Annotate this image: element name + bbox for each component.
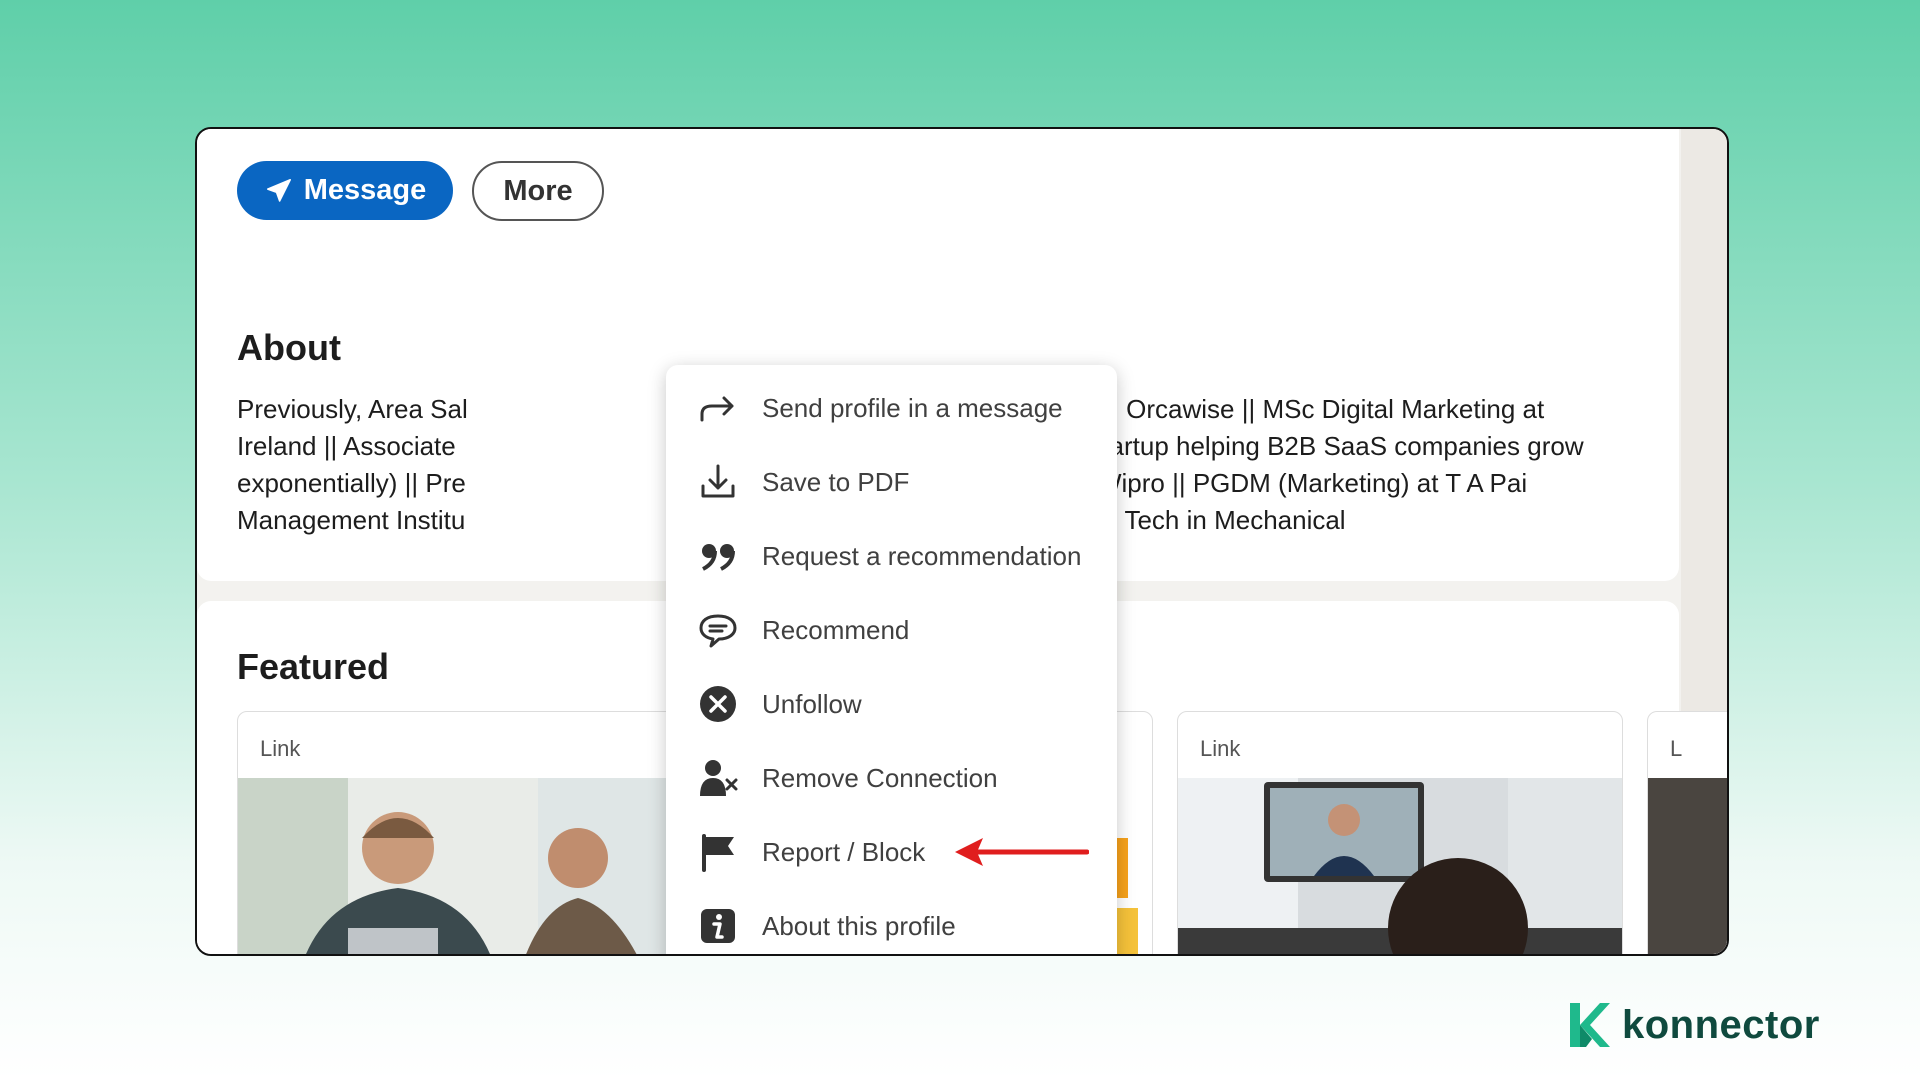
featured-item-label: L xyxy=(1670,736,1683,761)
about-line-4-left: Management Institu xyxy=(237,505,466,535)
konnector-k-icon xyxy=(1570,1003,1610,1047)
featured-image-office xyxy=(1648,778,1727,954)
featured-item-3[interactable]: Link xyxy=(1177,711,1623,954)
menu-item-unfollow[interactable]: Unfollow xyxy=(666,667,1117,741)
featured-item-label: Link xyxy=(1200,736,1241,761)
flag-icon xyxy=(698,832,738,872)
menu-item-request-recommendation[interactable]: Request a recommendation xyxy=(666,519,1117,593)
about-line-2-left: Ireland || Associate xyxy=(237,431,456,461)
menu-item-label: Unfollow xyxy=(762,688,862,719)
menu-item-label: Remove Connection xyxy=(762,762,998,793)
quote-icon xyxy=(698,536,738,576)
menu-item-label: Request a recommendation xyxy=(762,540,1082,571)
close-circle-icon xyxy=(698,684,738,724)
comment-icon xyxy=(698,610,738,650)
featured-title: Featured xyxy=(237,646,390,687)
share-forward-icon xyxy=(698,388,738,428)
menu-item-label: Recommend xyxy=(762,614,910,645)
featured-image-people xyxy=(238,778,682,954)
send-icon xyxy=(266,178,291,202)
linkedin-profile-window: Message More About Previously, Area Sal … xyxy=(195,127,1729,956)
menu-item-save-pdf[interactable]: Save to PDF xyxy=(666,445,1117,519)
more-button[interactable]: More xyxy=(472,161,604,221)
menu-item-about-profile[interactable]: About this profile xyxy=(666,889,1117,954)
menu-item-label: Send profile in a message xyxy=(762,392,1063,423)
featured-image-video-call xyxy=(1178,778,1622,954)
about-line-1-left: Previously, Area Sal xyxy=(237,394,468,424)
red-arrow-annotation xyxy=(955,838,1089,866)
featured-item-1[interactable]: Link xyxy=(237,711,683,954)
konnector-wordmark: konnector xyxy=(1622,1002,1820,1047)
featured-item-label: Link xyxy=(260,736,301,761)
menu-item-label: About this profile xyxy=(762,910,956,941)
info-icon xyxy=(698,906,738,946)
menu-item-label: Save to PDF xyxy=(762,466,910,497)
remove-person-icon xyxy=(698,758,738,798)
konnector-logo: konnector xyxy=(1566,998,1820,1052)
featured-item-4[interactable]: L xyxy=(1647,711,1727,954)
menu-item-remove-connection[interactable]: Remove Connection xyxy=(666,741,1117,815)
menu-item-send-profile[interactable]: Send profile in a message xyxy=(666,371,1117,445)
about-title: About xyxy=(237,327,341,368)
message-button-label: Message xyxy=(303,174,427,206)
more-button-label: More xyxy=(503,174,573,207)
menu-item-label: Report / Block xyxy=(762,836,926,867)
message-button[interactable]: Message xyxy=(237,161,453,220)
menu-item-recommend[interactable]: Recommend xyxy=(666,593,1117,667)
download-icon xyxy=(698,462,738,502)
about-line-3-left: exponentially) || Pre xyxy=(237,468,466,498)
